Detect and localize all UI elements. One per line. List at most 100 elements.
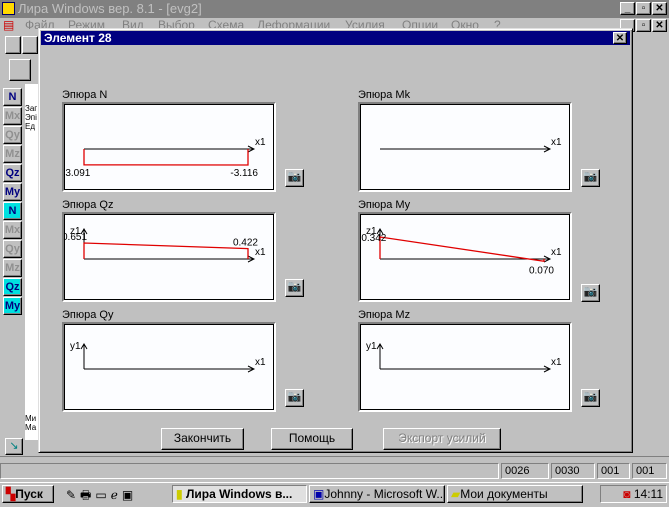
tool-icon[interactable]: ↘	[5, 438, 23, 455]
system-tray: ◙ 14:11	[600, 485, 667, 503]
windows-logo-icon: ▚	[6, 487, 16, 501]
info-line: Ед	[25, 122, 36, 131]
diagram-title: Эпюра My	[358, 199, 411, 211]
force-diagram-curve	[83, 242, 249, 259]
force-tool-9[interactable]: Mz	[3, 259, 22, 277]
diagram-panel: x1 -3.091 -3.116	[62, 102, 276, 192]
start-button[interactable]: ▚Пуск	[2, 485, 54, 503]
help-button[interactable]: Помощь	[271, 428, 353, 450]
dialog-title: Элемент 28	[44, 31, 112, 45]
task-lira[interactable]: ▮ Лира Windows в...	[172, 485, 307, 503]
info-line: Ма	[25, 423, 37, 432]
close-button[interactable]: ✕	[652, 2, 667, 15]
force-tool-5[interactable]: My	[3, 183, 22, 201]
task-label: Johnny - Microsoft W...	[324, 487, 445, 501]
status-main	[0, 463, 499, 479]
lira-app-icon	[2, 2, 15, 15]
dialog-title-bar: Элемент 28	[41, 31, 630, 45]
force-tool-1[interactable]: Mx	[3, 107, 22, 125]
info-pane: Заг Эпі Ед Ми Ма	[25, 84, 39, 440]
value-end: 0.422	[233, 238, 258, 249]
force-tool-4[interactable]: Qz	[3, 164, 22, 182]
diagram-svg: x1 y1	[366, 341, 562, 373]
camera-icon-button[interactable]: 📷	[581, 389, 600, 407]
word-icon: ▣	[313, 487, 325, 501]
info-line: Ми	[25, 414, 37, 423]
element-dialog: Элемент 28 ✕ Эпюра N x1 -3.091 -3.116 📷 Эпюра…	[38, 28, 633, 453]
force-tool-0[interactable]: N	[3, 88, 22, 106]
diagram-title: Эпюра Mk	[358, 89, 411, 101]
status-field: 0030	[551, 463, 595, 479]
value-start: -3.091	[64, 168, 91, 179]
app-title-bar: Лира Windows вер. 8.1 - [evg2]	[0, 0, 669, 18]
app-title: Лира Windows вер. 8.1 - [evg2]	[18, 1, 202, 16]
diagram-panel: x1 y1	[62, 322, 276, 412]
diagram-svg: x1 -3.091 -3.116	[64, 137, 266, 179]
info-bottom: Ми Ма	[25, 414, 36, 432]
y-axis-label: y1	[366, 341, 377, 352]
diagram-panel: x1 y1	[358, 322, 572, 412]
status-field: 001	[597, 463, 630, 479]
doc-icon: ▤	[3, 18, 15, 32]
start-label: Пуск	[15, 487, 43, 501]
camera-icon-button[interactable]: 📷	[285, 169, 304, 187]
force-tool-3[interactable]: Mz	[3, 145, 22, 163]
diagram-svg: x1	[380, 137, 562, 153]
diagram-svg: x1z1-0.3420.070	[360, 226, 562, 276]
x-axis-label: x1	[255, 357, 266, 368]
status-field: 001	[632, 463, 667, 479]
x-axis-label: x1	[255, 137, 266, 148]
info-line: Заг	[25, 104, 38, 113]
maximize-button[interactable]: ▫	[636, 2, 651, 15]
diagram-panel: x1 z1 0.651 0.422	[62, 212, 276, 302]
diagram-panel: x1 z1 -0.342 0.070	[358, 212, 572, 302]
force-tool-2[interactable]: Qy	[3, 126, 22, 144]
info-line: Эпі	[25, 113, 37, 122]
camera-icon-button[interactable]: 📷	[581, 169, 600, 187]
diagram-title: Эпюра Qy	[62, 309, 114, 321]
x-axis-label: x1	[255, 247, 266, 258]
minimize-button[interactable]: _	[620, 2, 635, 15]
folder-icon: ▰	[451, 487, 461, 501]
diagram-svg: x1 y1	[70, 341, 266, 373]
diagram-title: Эпюра Mz	[358, 309, 411, 321]
status-field: 0026	[501, 463, 549, 479]
toolbar-button-2[interactable]	[22, 36, 38, 54]
dialog-close-button[interactable]: ✕	[613, 32, 627, 44]
camera-icon-button[interactable]: 📷	[581, 284, 600, 302]
lira-icon: ▮	[176, 487, 183, 501]
x-axis-label: x1	[551, 247, 562, 258]
quick-launch-icons[interactable]: ✎🖶▭ℯ▣	[66, 486, 137, 507]
diagram-panel: x1	[358, 102, 572, 192]
force-tool-11[interactable]: My	[3, 297, 22, 315]
toolbar-button-1[interactable]	[5, 36, 21, 54]
task-word[interactable]: ▣Johnny - Microsoft W...	[309, 485, 445, 503]
force-tool-7[interactable]: Mx	[3, 221, 22, 239]
toolbar-grid-button[interactable]	[9, 59, 31, 81]
diagram-title: Эпюра Qz	[62, 199, 114, 211]
clock: 14:11	[633, 487, 663, 501]
x-axis-label: x1	[551, 357, 562, 368]
force-diagram-curve	[379, 236, 545, 263]
y-axis-label: y1	[70, 341, 81, 352]
diagram-svg: x1z10.6510.422	[64, 226, 266, 263]
taskbar: ▚Пуск ✎🖶▭ℯ▣ ▮ Лира Windows в... ▣Johnny …	[0, 482, 669, 503]
force-tool-8[interactable]: Qy	[3, 240, 22, 258]
force-diagram-curve	[83, 149, 249, 166]
camera-icon-button[interactable]: 📷	[285, 389, 304, 407]
tray-icon[interactable]: ◙	[623, 487, 634, 501]
x-axis-label: x1	[551, 137, 562, 148]
task-my-documents[interactable]: ▰Мои документы	[447, 485, 583, 503]
force-tool-10[interactable]: Qz	[3, 278, 22, 296]
value-end: 0.070	[529, 265, 554, 276]
export-forces-button: Экспорт усилий	[383, 428, 501, 450]
value-start: 0.651	[64, 232, 87, 243]
task-label: Мои документы	[460, 487, 548, 501]
task-label: Лира Windows в...	[185, 487, 293, 501]
value-start: -0.342	[360, 233, 387, 244]
force-tool-6[interactable]: N	[3, 202, 22, 220]
diagram-title: Эпюра N	[62, 89, 108, 101]
camera-icon-button[interactable]: 📷	[285, 279, 304, 297]
finish-button[interactable]: Закончить	[161, 428, 244, 450]
value-end: -3.116	[230, 168, 258, 179]
